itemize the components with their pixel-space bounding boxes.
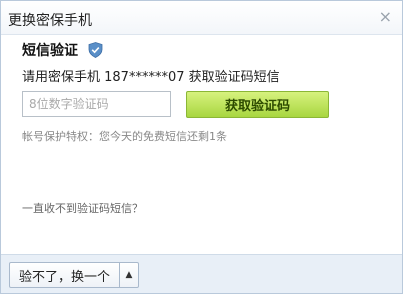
dialog-title: 更换密保手机: [8, 13, 92, 29]
dialog-content: 短信验证 请用密保手机 187******07 获取验证码短信 获取验证码 帐号…: [1, 35, 402, 254]
close-icon[interactable]: ×: [379, 9, 392, 25]
heading-row: 短信验证: [22, 41, 103, 59]
get-code-button[interactable]: 获取验证码: [186, 91, 329, 118]
shield-check-icon: [88, 42, 103, 58]
no-sms-link[interactable]: 一直收不到验证码短信？: [22, 200, 143, 216]
switch-method-group: 验不了，换一个 ▲: [9, 262, 140, 288]
dialog-titlebar: 更换密保手机 ×: [1, 1, 402, 35]
verification-code-input[interactable]: [22, 91, 171, 117]
instruction-text: 请用密保手机 187******07 获取验证码短信: [22, 70, 280, 85]
arrow-up-icon[interactable]: ▲: [120, 263, 138, 287]
sms-verification-heading: 短信验证: [22, 43, 78, 59]
switch-method-button[interactable]: 验不了，换一个: [10, 263, 121, 287]
free-sms-tip: 帐号保护特权：您今天的免费短信还剩1条: [22, 130, 227, 143]
dialog-footer: 验不了，换一个 ▲: [1, 254, 402, 293]
change-phone-dialog: 更换密保手机 × 短信验证 请用密保手机 187******07 获取验证码短信…: [0, 0, 403, 294]
